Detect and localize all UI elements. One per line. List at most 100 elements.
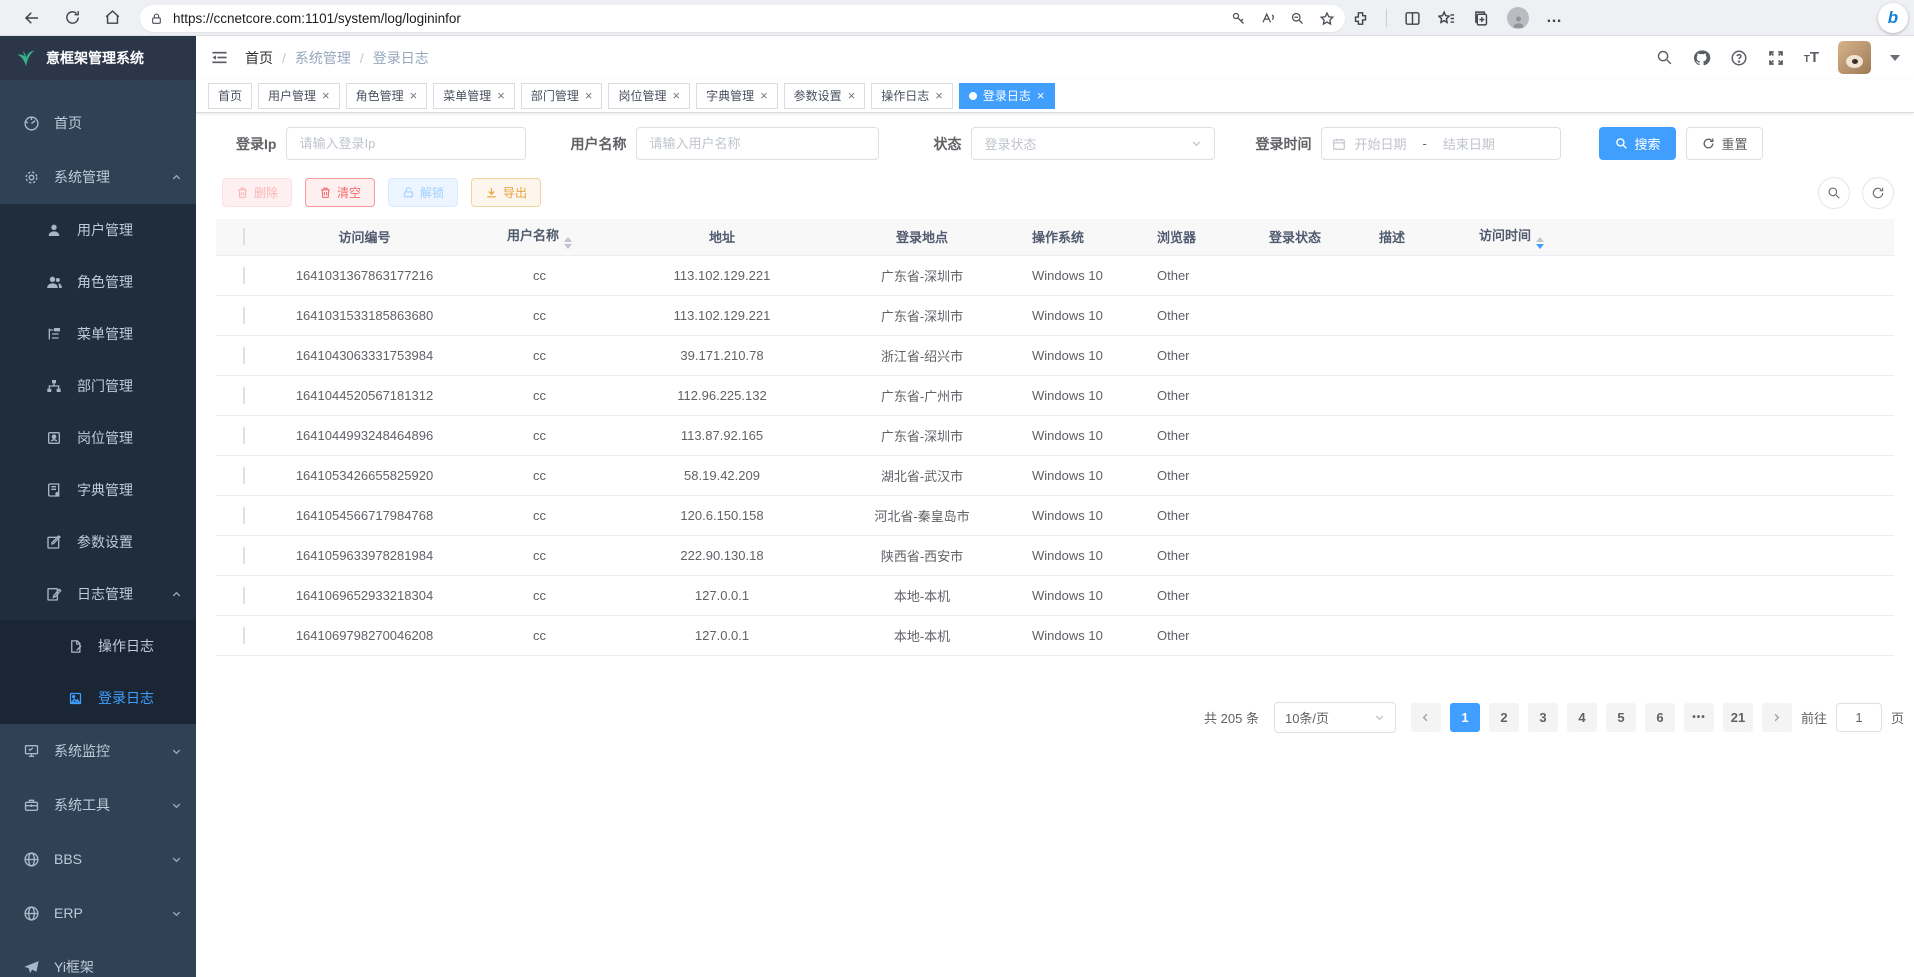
table-row[interactable]: 1641031533185863680cc113.102.129.221广东省-… xyxy=(216,295,1894,335)
tab-home[interactable]: 首页 xyxy=(208,83,252,109)
browser-refresh-icon[interactable] xyxy=(52,9,92,26)
row-checkbox[interactable] xyxy=(243,547,245,564)
favorites-icon[interactable] xyxy=(1438,10,1456,27)
help-icon[interactable] xyxy=(1730,49,1748,67)
table-row[interactable]: 1641069798270046208cc127.0.0.1本地-本机Windo… xyxy=(216,615,1894,655)
next-page-button[interactable] xyxy=(1762,703,1792,732)
toggle-search-button[interactable] xyxy=(1818,177,1850,209)
close-icon[interactable]: × xyxy=(672,88,680,103)
table-row[interactable]: 1641059633978281984cc222.90.130.18陕西省-西安… xyxy=(216,535,1894,575)
favorite-add-icon[interactable] xyxy=(1319,11,1335,27)
sidebar-item-login-log[interactable]: 登录日志 xyxy=(0,672,196,724)
row-checkbox[interactable] xyxy=(243,627,245,644)
app-logo[interactable]: 意框架管理系统 xyxy=(0,36,196,80)
page-button-1[interactable]: 1 xyxy=(1450,703,1480,732)
breadcrumb-system[interactable]: 系统管理 xyxy=(295,48,351,68)
zoom-out-icon[interactable] xyxy=(1290,11,1305,26)
login-ip-input[interactable] xyxy=(286,127,526,160)
user-name-input[interactable] xyxy=(636,127,879,160)
browser-back-icon[interactable] xyxy=(12,9,52,27)
tab-login-log[interactable]: 登录日志× xyxy=(959,83,1055,109)
sidebar-item-role-mgmt[interactable]: 角色管理 xyxy=(0,256,196,308)
table-row[interactable]: 1641044520567181312cc112.96.225.132广东省-广… xyxy=(216,375,1894,415)
bing-copilot-icon[interactable]: b xyxy=(1878,3,1908,33)
more-pages-button[interactable]: ••• xyxy=(1684,703,1714,732)
sidebar-item-dict-mgmt[interactable]: 字典管理 xyxy=(0,464,196,516)
row-checkbox[interactable] xyxy=(243,507,245,524)
status-select[interactable]: 登录状态 xyxy=(971,127,1215,160)
read-aloud-icon[interactable] xyxy=(1260,11,1276,26)
tab-user-mgmt[interactable]: 用户管理× xyxy=(258,83,340,109)
sidebar-item-log-mgmt[interactable]: 日志管理 xyxy=(0,568,196,620)
page-button-5[interactable]: 5 xyxy=(1606,703,1636,732)
search-button[interactable]: 搜索 xyxy=(1599,127,1676,160)
table-row[interactable]: 1641043063331753984cc39.171.210.78浙江省-绍兴… xyxy=(216,335,1894,375)
extensions-icon[interactable] xyxy=(1352,10,1369,27)
sort-carets-icon[interactable] xyxy=(564,237,572,249)
table-row[interactable]: 1641031367863177216cc113.102.129.221广东省-… xyxy=(216,255,1894,295)
close-icon[interactable]: × xyxy=(410,88,418,103)
browser-home-icon[interactable] xyxy=(92,9,132,26)
refresh-table-button[interactable] xyxy=(1862,177,1894,209)
select-all-checkbox[interactable] xyxy=(243,228,245,245)
sidebar-item-post-mgmt[interactable]: 岗位管理 xyxy=(0,412,196,464)
close-icon[interactable]: × xyxy=(497,88,505,103)
sidebar-item-user-mgmt[interactable]: 用户管理 xyxy=(0,204,196,256)
page-button-3[interactable]: 3 xyxy=(1528,703,1558,732)
col-header-user-name[interactable]: 用户名称 xyxy=(457,219,622,255)
date-range-picker[interactable]: 开始日期 - 结束日期 xyxy=(1321,127,1561,160)
sidebar-item-op-log[interactable]: 操作日志 xyxy=(0,620,196,672)
reset-button[interactable]: 重置 xyxy=(1686,127,1763,160)
row-checkbox[interactable] xyxy=(243,587,245,604)
col-header-visit-time[interactable]: 访问时间 xyxy=(1469,219,1619,255)
close-icon[interactable]: × xyxy=(848,88,856,103)
close-icon[interactable]: × xyxy=(760,88,768,103)
prev-page-button[interactable] xyxy=(1411,703,1441,732)
sidebar-collapse-icon[interactable] xyxy=(210,49,229,66)
sidebar-item-tools[interactable]: 系统工具 xyxy=(0,778,196,832)
sidebar-item-home[interactable]: 首页 xyxy=(0,96,196,150)
sidebar-item-erp[interactable]: ERP xyxy=(0,886,196,940)
page-button-21[interactable]: 21 xyxy=(1723,703,1753,732)
tab-param-settings[interactable]: 参数设置× xyxy=(784,83,866,109)
page-button-6[interactable]: 6 xyxy=(1645,703,1675,732)
sidebar-item-monitor[interactable]: 系统监控 xyxy=(0,724,196,778)
table-row[interactable]: 1641069652933218304cc127.0.0.1本地-本机Windo… xyxy=(216,575,1894,615)
sort-carets-icon[interactable] xyxy=(1536,237,1544,249)
tab-role-mgmt[interactable]: 角色管理× xyxy=(346,83,428,109)
header-search-icon[interactable] xyxy=(1656,49,1673,66)
close-icon[interactable]: × xyxy=(1037,88,1045,103)
table-row[interactable]: 1641044993248464896cc113.87.92.165广东省-深圳… xyxy=(216,415,1894,455)
page-button-2[interactable]: 2 xyxy=(1489,703,1519,732)
sidebar-item-menu-mgmt[interactable]: 菜单管理 xyxy=(0,308,196,360)
tab-post-mgmt[interactable]: 岗位管理× xyxy=(608,83,690,109)
export-button[interactable]: 导出 xyxy=(471,178,541,207)
sidebar-item-yi-framework[interactable]: Yi框架 xyxy=(0,940,196,977)
row-checkbox[interactable] xyxy=(243,387,245,404)
breadcrumb-home[interactable]: 首页 xyxy=(245,48,273,68)
collections-icon[interactable] xyxy=(1473,10,1490,27)
page-button-4[interactable]: 4 xyxy=(1567,703,1597,732)
row-checkbox[interactable] xyxy=(243,467,245,484)
tab-dept-mgmt[interactable]: 部门管理× xyxy=(521,83,603,109)
avatar-caret-icon[interactable] xyxy=(1890,55,1900,66)
close-icon[interactable]: × xyxy=(935,88,943,103)
sidebar-item-system[interactable]: 系统管理 xyxy=(0,150,196,204)
row-checkbox[interactable] xyxy=(243,267,245,284)
sidebar-item-dept-mgmt[interactable]: 部门管理 xyxy=(0,360,196,412)
tab-op-log[interactable]: 操作日志× xyxy=(871,83,953,109)
sidebar-item-param-settings[interactable]: 参数设置 xyxy=(0,516,196,568)
password-key-icon[interactable] xyxy=(1231,11,1246,26)
browser-menu-icon[interactable]: … xyxy=(1546,9,1563,27)
row-checkbox[interactable] xyxy=(243,347,245,364)
sidebar-item-bbs[interactable]: BBS xyxy=(0,832,196,886)
tab-menu-mgmt[interactable]: 菜单管理× xyxy=(433,83,515,109)
clear-button[interactable]: 清空 xyxy=(305,178,375,207)
user-avatar[interactable] xyxy=(1838,41,1871,74)
table-row[interactable]: 1641054566717984768cc120.6.150.158河北省-秦皇… xyxy=(216,495,1894,535)
browser-profile-icon[interactable] xyxy=(1507,7,1529,29)
unlock-button[interactable]: 解锁 xyxy=(388,178,458,207)
close-icon[interactable]: × xyxy=(322,88,330,103)
row-checkbox[interactable] xyxy=(243,307,245,324)
table-row[interactable]: 1641053426655825920cc58.19.42.209湖北省-武汉市… xyxy=(216,455,1894,495)
